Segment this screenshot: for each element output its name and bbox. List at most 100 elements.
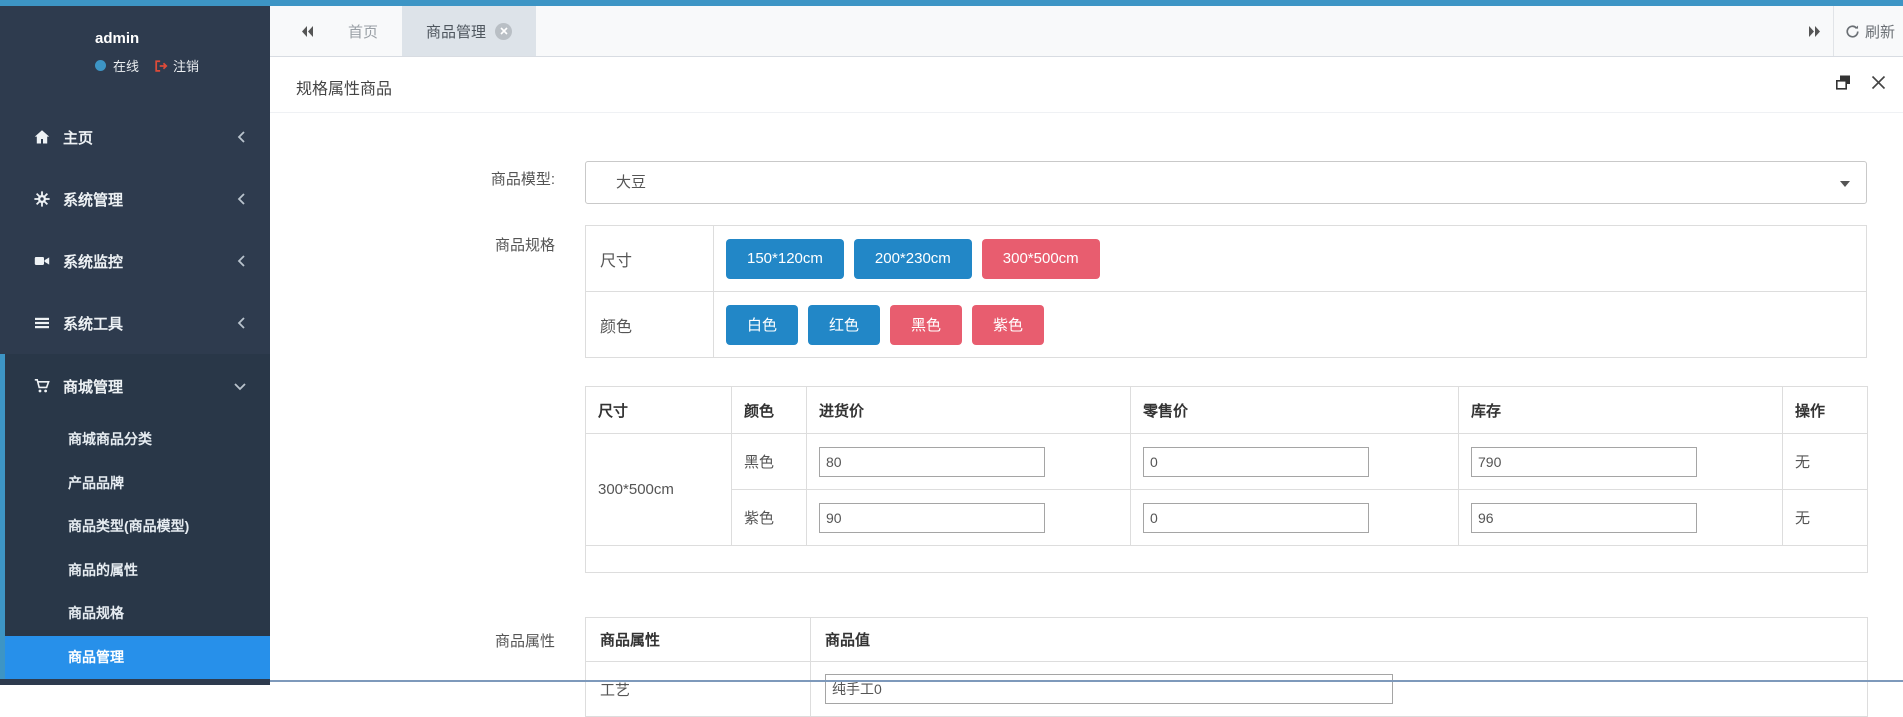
- product-model-select[interactable]: 大豆: [585, 161, 1867, 204]
- refresh-label: 刷新: [1865, 23, 1896, 41]
- sidebar-item-product-brands[interactable]: 产品品牌: [5, 462, 270, 506]
- home-icon: [34, 129, 54, 145]
- purchase-price-input[interactable]: [819, 446, 1045, 477]
- purchase-price-input[interactable]: [819, 502, 1045, 533]
- sidebar-item-product-management[interactable]: 商品管理: [5, 635, 270, 679]
- chevron-down-icon: [234, 382, 246, 391]
- column-header-retail-price: 零售价: [1130, 386, 1459, 434]
- column-header-attribute: 商品属性: [585, 617, 811, 662]
- sidebar: admin 在线 注销 主页 系统管理 系统监控 系统工具 商城管理 商城商品分…: [0, 6, 270, 685]
- sku-table: 尺寸 颜色 进货价 零售价 库存 操作 300*500cm 黑色 无 紫色 无: [585, 386, 1868, 573]
- column-header-purchase-price: 进货价: [806, 386, 1131, 434]
- stock-input[interactable]: [1471, 502, 1697, 533]
- spec-row-color: 颜色 白色 红色 黑色 紫色: [586, 291, 1866, 357]
- spec-name: 颜色: [586, 292, 714, 357]
- sidebar-item-product-specs[interactable]: 商品规格: [5, 592, 270, 636]
- double-chevron-right-icon: [1808, 25, 1820, 37]
- restore-window-icon: [1835, 75, 1850, 90]
- spec-option-button[interactable]: 白色: [726, 304, 799, 345]
- table-row: 工艺: [585, 661, 1868, 717]
- sidebar-item-label: 系统监控: [63, 253, 124, 271]
- chevron-left-icon: [237, 193, 246, 205]
- chevron-left-icon: [237, 317, 246, 329]
- gear-icon: [34, 191, 54, 207]
- list-icon: [34, 315, 54, 331]
- table-row: 300*500cm 黑色 无: [585, 433, 1868, 546]
- spec-row-size: 尺寸 150*120cm 200*230cm 300*500cm: [586, 226, 1866, 291]
- tab-close-icon[interactable]: [495, 22, 513, 40]
- bottom-divider: [270, 680, 1903, 682]
- sidebar-item-system-monitor[interactable]: 系统监控: [0, 230, 270, 292]
- tab-bar-right-controls: 刷新: [1795, 6, 1903, 56]
- online-status-icon: [95, 60, 106, 71]
- sidebar-item-label: 商城管理: [63, 378, 124, 396]
- table-footer-row: [585, 545, 1868, 573]
- spec-option-button[interactable]: 150*120cm: [726, 238, 844, 279]
- spec-option-button[interactable]: 黑色: [890, 304, 963, 345]
- video-camera-icon: [34, 253, 54, 269]
- maximize-button[interactable]: [1835, 74, 1852, 91]
- spec-option-button[interactable]: 红色: [808, 304, 881, 345]
- close-panel-button[interactable]: [1870, 74, 1887, 91]
- sidebar-item-label: 系统管理: [63, 191, 124, 209]
- tab-list: 首页 商品管理: [324, 6, 537, 56]
- online-status-label: 在线: [113, 59, 140, 74]
- chevron-left-icon: [237, 131, 246, 143]
- color-cell: 黑色: [731, 433, 807, 490]
- logout-icon: [155, 59, 168, 72]
- refresh-icon: [1846, 24, 1859, 38]
- cart-icon: [34, 378, 54, 394]
- column-header-stock: 库存: [1458, 386, 1783, 434]
- spec-name: 尺寸: [586, 226, 714, 291]
- retail-price-input[interactable]: [1143, 502, 1369, 533]
- tab-label: 商品管理: [426, 23, 487, 41]
- refresh-button[interactable]: 刷新: [1834, 21, 1903, 42]
- spec-option-button[interactable]: 紫色: [972, 304, 1045, 345]
- logout-button[interactable]: 注销: [154, 56, 199, 75]
- tabs-scroll-right-button[interactable]: [1795, 6, 1833, 56]
- sidebar-submenu-mall: 商城商品分类 产品品牌 商品类型(商品模型) 商品的属性 商品规格 商品管理: [5, 418, 270, 679]
- caret-down-icon: [1840, 181, 1850, 187]
- tab-product-management[interactable]: 商品管理: [402, 6, 537, 56]
- sidebar-item-mall-admin[interactable]: 商城管理: [5, 354, 270, 418]
- retail-price-input[interactable]: [1143, 446, 1369, 477]
- tab-home[interactable]: 首页: [324, 6, 402, 56]
- attribute-name-cell: 工艺: [585, 661, 811, 717]
- tab-label: 首页: [348, 23, 379, 41]
- user-panel: admin 在线 注销: [95, 30, 199, 75]
- action-cell: 无: [1782, 433, 1868, 490]
- sidebar-item-product-types[interactable]: 商品类型(商品模型): [5, 505, 270, 549]
- column-header-color: 颜色: [731, 386, 807, 434]
- user-name: admin: [95, 30, 140, 47]
- sidebar-item-home[interactable]: 主页: [0, 106, 270, 168]
- sidebar-item-label: 系统工具: [63, 315, 124, 333]
- sidebar-item-system-tools[interactable]: 系统工具: [0, 292, 270, 354]
- tab-bar: 首页 商品管理 刷新: [270, 6, 1903, 57]
- size-group-cell: 300*500cm: [585, 433, 732, 546]
- stock-input[interactable]: [1471, 446, 1697, 477]
- attributes-table: 商品属性 商品值 工艺: [585, 617, 1868, 717]
- column-header-value: 商品值: [810, 617, 1868, 662]
- page-title: 规格属性商品: [296, 81, 393, 98]
- sidebar-item-product-attributes[interactable]: 商品的属性: [5, 549, 270, 593]
- column-header-size: 尺寸: [585, 386, 732, 434]
- tabs-scroll-left-button[interactable]: [288, 6, 326, 56]
- double-chevron-left-icon: [301, 25, 313, 37]
- table-row: 紫色 无: [586, 489, 1868, 546]
- chevron-left-icon: [237, 255, 246, 267]
- column-header-action: 操作: [1782, 386, 1868, 434]
- sku-header-row: 尺寸 颜色 进货价 零售价 库存 操作: [585, 386, 1868, 434]
- logout-label: 注销: [173, 59, 200, 74]
- sidebar-menu: 主页 系统管理 系统监控 系统工具 商城管理 商城商品分类 产品品牌 商品类型(…: [0, 106, 270, 679]
- close-icon: [1871, 75, 1886, 90]
- attribute-value-input[interactable]: [825, 674, 1393, 704]
- spec-option-button[interactable]: 300*500cm: [981, 238, 1100, 279]
- product-spec-label: 商品规格: [494, 237, 555, 254]
- sidebar-item-label: 主页: [63, 129, 94, 147]
- sidebar-item-system-admin[interactable]: 系统管理: [0, 168, 270, 230]
- color-cell: 紫色: [731, 489, 807, 546]
- product-model-value: 大豆: [616, 174, 647, 191]
- sidebar-item-mall-categories[interactable]: 商城商品分类: [5, 418, 270, 462]
- action-cell: 无: [1782, 489, 1868, 546]
- spec-option-button[interactable]: 200*230cm: [853, 238, 972, 279]
